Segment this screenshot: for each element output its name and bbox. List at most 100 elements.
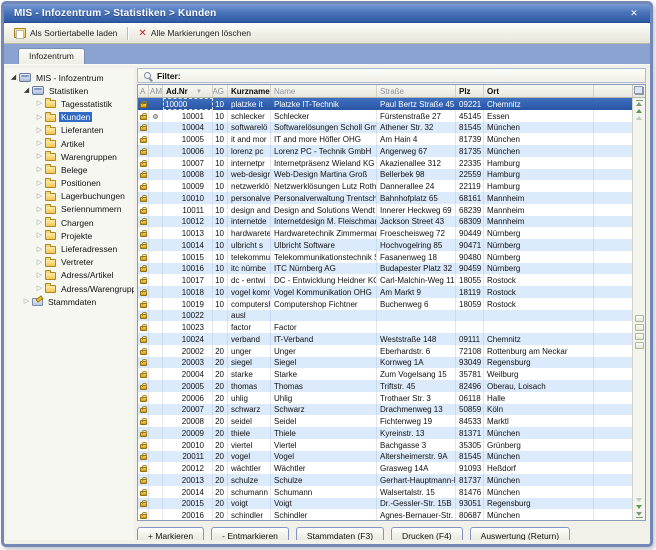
tree-item-stammdaten[interactable]: ▷Stammdaten xyxy=(6,295,134,308)
collapse-toggle-icon[interactable]: ◢ xyxy=(22,86,31,95)
column-header-kurzname[interactable]: Kurzname xyxy=(228,85,271,97)
column-header-extra[interactable] xyxy=(594,85,632,97)
table-row[interactable]: 1000410softwarelöSoftwarelösungen Scholl… xyxy=(138,122,632,134)
tree-item-vertreter[interactable]: ▷Vertreter xyxy=(6,256,134,269)
table-row[interactable]: 1000810web-designWeb-Design Martina Groß… xyxy=(138,169,632,181)
column-header-strasse[interactable]: Straße xyxy=(377,85,456,97)
expand-toggle-icon[interactable]: ▷ xyxy=(35,99,44,108)
table-row[interactable]: 2001620schindlerSchindlerAgnes-Bernauer-… xyxy=(138,509,632,520)
evaluate-button[interactable]: Auswertung (Return) xyxy=(470,527,570,541)
row-tool-button-icon[interactable] xyxy=(635,324,644,331)
table-row[interactable]: 2000920thieleThieleKyreinstr. 1381371Mün… xyxy=(138,427,632,439)
table-row[interactable]: 2000420starkeStarkeZum Vogelsang 1535781… xyxy=(138,368,632,380)
table-row[interactable]: 1000510it and morIT and more Höfler OHGA… xyxy=(138,133,632,145)
table-row[interactable]: 2001320schulzeSchulzeGerhart-Hauptmann-R… xyxy=(138,474,632,486)
row-tool-button-icon[interactable] xyxy=(635,333,644,340)
tree-item-statistiken[interactable]: ◢Statistiken xyxy=(6,84,134,97)
table-row[interactable]: 1001810vogel kommVogel Kommunikation OHG… xyxy=(138,286,632,298)
expand-toggle-icon[interactable]: ▷ xyxy=(35,126,44,135)
column-header-ag[interactable]: AG xyxy=(213,85,228,97)
expand-toggle-icon[interactable]: ▷ xyxy=(35,284,44,293)
row-tool-button-icon[interactable] xyxy=(635,342,644,349)
tree-item-lieferadressen[interactable]: ▷Lieferadressen xyxy=(6,242,134,255)
table-row[interactable]: 2000620uhligUhligTrothaer Str. 306118Hal… xyxy=(138,392,632,404)
scroll-down-icon[interactable] xyxy=(636,505,642,509)
table-row[interactable]: 2001220wächtlerWächtlerGrasweg 14A91093H… xyxy=(138,462,632,474)
column-header-am[interactable]: AM xyxy=(149,85,163,97)
tree-item-warengruppen[interactable]: ▷Warengruppen xyxy=(6,150,134,163)
table-row[interactable]: 2001520voigtVoigtDr.-Gessler-Str. 15B930… xyxy=(138,498,632,510)
table-row[interactable]: 1000910netzwerklöNetzwerklösungen Lutz R… xyxy=(138,180,632,192)
grid-header-corner[interactable] xyxy=(632,85,645,97)
expand-toggle-icon[interactable]: ▷ xyxy=(35,258,44,267)
tree-item-lagerbuchungen[interactable]: ▷Lagerbuchungen xyxy=(6,190,134,203)
tree-item-chargen[interactable]: ▷Chargen xyxy=(6,216,134,229)
table-row[interactable]: 2001120vogelVogelAltersheimerstr. 9A8154… xyxy=(138,451,632,463)
expand-toggle-icon[interactable]: ▷ xyxy=(35,179,44,188)
expand-toggle-icon[interactable]: ▷ xyxy=(35,192,44,201)
table-row[interactable]: 10024verbandIT-VerbandWeststraße 1480911… xyxy=(138,333,632,345)
column-header-lock[interactable]: A xyxy=(138,85,149,97)
expand-toggle-icon[interactable]: ▷ xyxy=(35,231,44,240)
tree-item-belege[interactable]: ▷Belege xyxy=(6,163,134,176)
table-row[interactable]: 2001420schumannSchumannWalsertalstr. 158… xyxy=(138,486,632,498)
column-header-adnr[interactable]: Ad.Nr▼ xyxy=(163,85,213,97)
expand-toggle-icon[interactable]: ▷ xyxy=(35,205,44,214)
tree-item-tagesstatistik[interactable]: ▷Tagesstatistik xyxy=(6,97,134,110)
scroll-down-page-icon[interactable] xyxy=(636,498,642,502)
column-header-plz[interactable]: Plz xyxy=(456,85,484,97)
tree-item-positionen[interactable]: ▷Positionen xyxy=(6,177,134,190)
expand-toggle-icon[interactable]: ▷ xyxy=(35,152,44,161)
table-row[interactable]: 1000710internetprInternetpräsenz Wieland… xyxy=(138,157,632,169)
tab-infozentrum[interactable]: Infozentrum xyxy=(18,48,85,64)
collapse-toggle-icon[interactable]: ◢ xyxy=(9,73,18,82)
scroll-to-bottom-icon[interactable] xyxy=(636,512,643,518)
tree-item-projekte[interactable]: ▷Projekte xyxy=(6,229,134,242)
table-row[interactable]: 1000110schleckerSchleckerFürstenstraße 2… xyxy=(138,110,632,122)
row-tool-button-icon[interactable] xyxy=(635,315,644,322)
tree-item-seriennummern[interactable]: ▷Seriennummern xyxy=(6,203,134,216)
table-row[interactable]: 1001210internetdeInternetdesign M. Fleis… xyxy=(138,216,632,228)
unmark-button[interactable]: - Entmarkieren xyxy=(211,527,289,541)
table-row[interactable]: 2000220ungerUngerEberhardstr. 672108Rott… xyxy=(138,345,632,357)
tree-item-mis-infozentrum[interactable]: ◢MIS - Infozentrum xyxy=(6,71,134,84)
table-row[interactable]: 1000010platzke itPlatzke IT-TechnikPaul … xyxy=(138,98,632,110)
expand-toggle-icon[interactable]: ▷ xyxy=(22,297,31,306)
filter-bar[interactable]: Filter: xyxy=(137,68,646,83)
clear-marks-button[interactable]: Alle Markierungen löschen xyxy=(134,27,255,40)
column-header-ort[interactable]: Ort xyxy=(484,85,594,97)
table-row[interactable]: 1001010personalvePersonalverwaltung Tren… xyxy=(138,192,632,204)
table-row[interactable]: 2000320siegelSiegelKornweg 1A93049Regens… xyxy=(138,357,632,369)
expand-toggle-icon[interactable]: ▷ xyxy=(35,139,44,148)
table-row[interactable]: 10023factorFactor xyxy=(138,321,632,333)
stammdaten-button[interactable]: Stammdaten (F3) xyxy=(296,527,384,541)
tree-item-artikel[interactable]: ▷Artikel xyxy=(6,137,134,150)
expand-toggle-icon[interactable]: ▷ xyxy=(35,113,44,122)
table-row[interactable]: 1001910computershComputershop FichtnerBu… xyxy=(138,298,632,310)
table-row[interactable]: 10022ausl xyxy=(138,310,632,322)
table-row[interactable]: 2000820seidelSeidelFichtenweg 1984533Mar… xyxy=(138,415,632,427)
expand-toggle-icon[interactable]: ▷ xyxy=(35,218,44,227)
tree-item-lieferanten[interactable]: ▷Lieferanten xyxy=(6,124,134,137)
expand-toggle-icon[interactable]: ▷ xyxy=(35,245,44,254)
table-row[interactable]: 1001110design andDesign and Solutions We… xyxy=(138,204,632,216)
tree-item-adress-warengruppen[interactable]: ▷Adress/Warengruppen xyxy=(6,282,134,295)
scroll-up-page-icon[interactable] xyxy=(636,116,642,120)
table-row[interactable]: 1001410ulbricht sUlbricht SoftwareHochvo… xyxy=(138,239,632,251)
expand-toggle-icon[interactable]: ▷ xyxy=(35,271,44,280)
print-button[interactable]: Drucken (F4) xyxy=(391,527,463,541)
column-header-name[interactable]: Name xyxy=(271,85,377,97)
table-row[interactable]: 1000610lorenz pcLorenz PC - Technik GmbH… xyxy=(138,145,632,157)
mark-button[interactable]: + Markieren xyxy=(137,527,204,541)
tree-item-kunden[interactable]: ▷Kunden xyxy=(6,111,134,124)
table-row[interactable]: 2000720schwarzSchwarzDrachmenweg 1350859… xyxy=(138,404,632,416)
table-row[interactable]: 2001020viertelViertelBachgasse 335305Grü… xyxy=(138,439,632,451)
table-row[interactable]: 1001610itc nürnbeITC Nürnberg AGBudapest… xyxy=(138,263,632,275)
close-icon[interactable] xyxy=(626,8,642,19)
table-row[interactable]: 1001310hardwareteHardwaretechnik Zimmerm… xyxy=(138,227,632,239)
load-sort-table-button[interactable]: Als Sortiertabelle laden xyxy=(10,27,121,39)
table-row[interactable]: 2000520thomasThomasTriftstr. 4582496Ober… xyxy=(138,380,632,392)
scroll-up-icon[interactable] xyxy=(636,109,642,113)
table-row[interactable]: 1001710dc - entwiDC - Entwicklung Heidne… xyxy=(138,274,632,286)
sort-indicator-icon[interactable]: ▼ xyxy=(196,89,204,95)
